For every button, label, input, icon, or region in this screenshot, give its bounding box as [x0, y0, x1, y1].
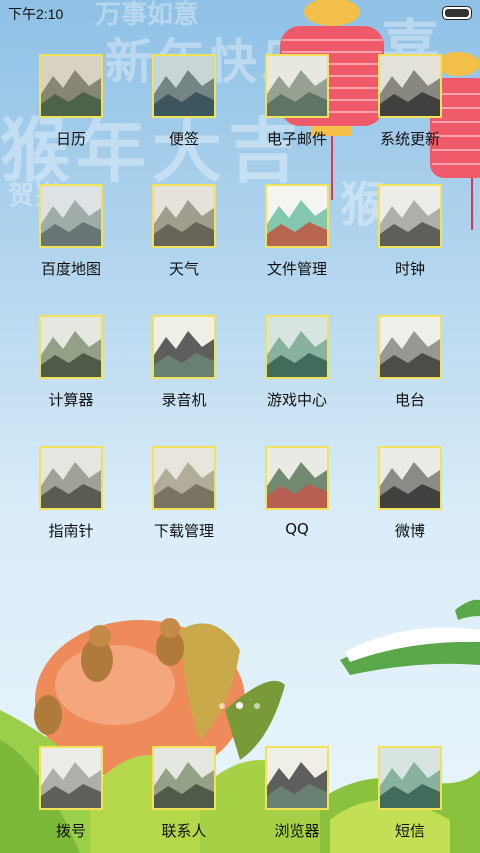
- app-qq[interactable]: QQ: [242, 446, 352, 538]
- app-label: 浏览器: [274, 822, 320, 840]
- app-label: 联系人: [161, 822, 207, 840]
- app-label: 游戏中心: [266, 391, 327, 409]
- app-calendar[interactable]: 日历: [16, 54, 126, 149]
- home-screen: 万事如意 新年快乐 猴年大吉 贺岁 猴 喜: [0, 0, 480, 853]
- file-manager-icon[interactable]: [265, 184, 329, 248]
- app-weibo[interactable]: 微博: [355, 446, 465, 541]
- browser-icon[interactable]: [265, 746, 329, 810]
- app-label: 下载管理: [153, 522, 214, 540]
- calendar-icon[interactable]: [39, 54, 103, 118]
- app-radio[interactable]: 电台: [355, 315, 465, 410]
- dock-app-contacts[interactable]: 联系人: [129, 746, 239, 841]
- compass-icon[interactable]: [39, 446, 103, 510]
- app-label: 天气: [168, 260, 199, 278]
- app-file-manager[interactable]: 文件管理: [242, 184, 352, 279]
- app-label: 计算器: [48, 391, 94, 409]
- app-label: 指南针: [48, 522, 94, 540]
- calculator-icon[interactable]: [39, 315, 103, 379]
- notes-icon[interactable]: [152, 54, 216, 118]
- status-bar: 下午2:10: [0, 0, 480, 26]
- app-label: 日历: [55, 130, 86, 148]
- status-time: 下午2:10: [8, 6, 64, 22]
- system-update-icon[interactable]: [378, 54, 442, 118]
- clock-icon[interactable]: [378, 184, 442, 248]
- app-label: 时钟: [394, 260, 425, 278]
- app-label: 微博: [394, 522, 425, 540]
- app-notes[interactable]: 便签: [129, 54, 239, 149]
- app-baidu-map[interactable]: 百度地图: [16, 184, 126, 279]
- app-label: QQ: [285, 520, 309, 538]
- dock-app-browser[interactable]: 浏览器: [242, 746, 352, 841]
- recorder-icon[interactable]: [152, 315, 216, 379]
- page-dot[interactable]: [254, 703, 260, 709]
- baidu-map-icon[interactable]: [39, 184, 103, 248]
- app-game-center[interactable]: 游戏中心: [242, 315, 352, 410]
- game-center-icon[interactable]: [265, 315, 329, 379]
- page-dot-active[interactable]: [236, 702, 243, 709]
- messages-icon[interactable]: [378, 746, 442, 810]
- app-label: 拨号: [55, 822, 86, 840]
- app-recorder[interactable]: 录音机: [129, 315, 239, 410]
- dialer-icon[interactable]: [39, 746, 103, 810]
- download-manager-icon[interactable]: [152, 446, 216, 510]
- app-download-manager[interactable]: 下载管理: [129, 446, 239, 541]
- app-calculator[interactable]: 计算器: [16, 315, 126, 410]
- dock-app-dialer[interactable]: 拨号: [16, 746, 126, 841]
- weibo-icon[interactable]: [378, 446, 442, 510]
- app-label: 文件管理: [266, 260, 327, 278]
- dock-app-messages[interactable]: 短信: [355, 746, 465, 841]
- contacts-icon[interactable]: [152, 746, 216, 810]
- app-label: 百度地图: [40, 260, 101, 278]
- app-compass[interactable]: 指南针: [16, 446, 126, 541]
- app-weather[interactable]: 天气: [129, 184, 239, 279]
- app-label: 电台: [394, 391, 425, 409]
- app-email[interactable]: 电子邮件: [242, 54, 352, 149]
- battery-icon: [442, 6, 472, 20]
- app-label: 电子邮件: [266, 130, 327, 148]
- radio-icon[interactable]: [378, 315, 442, 379]
- app-label: 短信: [394, 822, 425, 840]
- page-dot[interactable]: [219, 703, 225, 709]
- app-label: 录音机: [161, 391, 207, 409]
- app-label: 便签: [168, 130, 199, 148]
- app-label: 系统更新: [379, 130, 440, 148]
- qq-icon[interactable]: [265, 446, 329, 510]
- app-clock[interactable]: 时钟: [355, 184, 465, 279]
- app-system-update[interactable]: 系统更新: [355, 54, 465, 149]
- weather-icon[interactable]: [152, 184, 216, 248]
- email-icon[interactable]: [265, 54, 329, 118]
